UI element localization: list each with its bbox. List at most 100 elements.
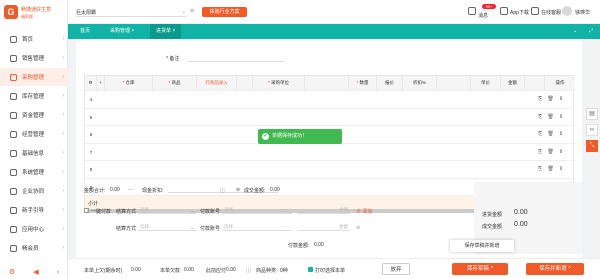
save-draft-and-new-menuitem[interactable]: 保存草稿并新增: [450, 240, 514, 252]
chevron-right-icon: ›: [62, 226, 64, 232]
brand-name: 畅捷通好生意: [21, 7, 52, 13]
store-select[interactable]: 巨太阳霸 ⌄: [76, 9, 186, 17]
row-actions[interactable]: ⎘ 🗑 ▯: [538, 131, 565, 137]
guide-icon: [10, 206, 17, 214]
settings-icon[interactable]: ⚙: [85, 76, 97, 90]
prev-debt-label: 本单上欠(期余时): [84, 268, 123, 274]
brand-sub: 福利版: [21, 14, 33, 19]
row-actions[interactable]: ⎘ 🗑 ▯: [538, 166, 565, 172]
settings-icon[interactable]: ⚙: [9, 268, 15, 276]
save-and-new-button[interactable]: 保存并新增 ^: [526, 263, 584, 275]
phone-icon[interactable]: [500, 7, 508, 15]
sidebar-item-member[interactable]: 畅会员 ›: [0, 239, 68, 257]
more-icon[interactable]: ⋯: [282, 207, 287, 213]
more-icon[interactable]: ⋯: [282, 224, 287, 230]
tab-purchase-order[interactable]: 进货单 ×: [150, 24, 182, 39]
team-icon: [10, 187, 17, 195]
print-checkbox[interactable]: [308, 267, 313, 272]
sales-icon: [10, 54, 17, 62]
remark-row: * 备注: [76, 53, 582, 63]
top-header: 巨太阳霸 ⌄ ⊙ 体验行业方案 99+ 消息 App下载 在线客服 徐瑛华: [68, 0, 600, 24]
online-service-link[interactable]: 在线客服: [541, 9, 561, 16]
chevron-right-icon: ›: [62, 245, 64, 251]
expand-icon[interactable]: ⤡: [586, 140, 598, 152]
prev-payable-value: 0.00: [226, 267, 236, 273]
member-icon: [10, 244, 17, 252]
app-download-link[interactable]: App下载: [510, 9, 529, 16]
link-icon[interactable]: ∞: [586, 124, 598, 136]
settle-method-label-2: 结算方式: [116, 226, 137, 232]
sidebar-item-chart[interactable]: 经营管理 ›: [0, 125, 68, 143]
sidebar-item-sales[interactable]: 销售管理 ›: [0, 49, 68, 67]
sidebar-item-label: 首页: [22, 37, 34, 43]
help-icon[interactable]: ⓘ: [246, 267, 251, 274]
message-icon[interactable]: [468, 7, 476, 15]
help-icon[interactable]: ⓘ: [220, 187, 225, 194]
chevron-right-icon: ›: [62, 150, 64, 156]
sidebar-item-info[interactable]: 基础信息 ›: [0, 144, 68, 162]
paid-amount-label: 付款金额:: [288, 243, 310, 249]
chevron-right-icon: ›: [62, 36, 64, 42]
remark-field[interactable]: [188, 53, 284, 62]
required-marker: *: [122, 80, 126, 85]
one-click-pay-checkbox[interactable]: [84, 208, 89, 213]
sidebar-item-apps[interactable]: 应用中心 ›: [0, 220, 68, 238]
sidebar-item-gear[interactable]: 系统管理 ›: [0, 163, 68, 181]
row-actions[interactable]: ⎘ 🗑 ▯: [538, 96, 565, 102]
settle-method-select[interactable]: 选择...: [138, 205, 196, 214]
collapse-icon[interactable]: ‹: [57, 269, 59, 276]
chevron-right-icon: ›: [62, 169, 64, 175]
footer-bar: 本单上欠(期余时) 0.00 本单欠款 0.00 此前应付 0.00 ⓘ 商品种…: [68, 258, 600, 279]
row-actions[interactable]: ⎘ 🗑 ▯: [538, 149, 565, 155]
deal-amount-value: 0.00: [270, 187, 280, 193]
table-row[interactable]: 4 ⎘ 🗑 ▯: [85, 90, 575, 108]
amount-field[interactable]: 金额: [298, 205, 350, 214]
settings-icon[interactable]: ⊙: [190, 8, 194, 14]
paid-amount-value: 0.00: [314, 242, 324, 248]
toast-text: 单据保存成功！: [272, 133, 308, 139]
table-row[interactable]: 7 ⎘ 🗑 ▯: [85, 142, 575, 161]
table-row[interactable]: 8 ⎘ 🗑 ▯: [85, 160, 575, 178]
tab-home[interactable]: 首页: [74, 24, 96, 39]
product-kinds-label: 商品种类:: [256, 268, 278, 274]
purchase-icon: [10, 73, 17, 81]
sidebar-item-guide[interactable]: 新手引导 ›: [0, 201, 68, 219]
delete-icon[interactable]: ⊖: [356, 225, 360, 231]
document-icon[interactable]: ▤: [586, 108, 598, 120]
sidebar-item-label: 资金管理: [22, 113, 45, 119]
volume-icon[interactable]: ◀: [33, 268, 38, 276]
sidebar-item-purchase[interactable]: 采购管理 ›: [0, 68, 68, 86]
row-actions[interactable]: ⎘ 🗑 ▯: [538, 114, 565, 120]
user-name[interactable]: 徐瑛华: [575, 9, 590, 16]
tab-purchase-management[interactable]: 采购管理 ×: [104, 24, 140, 39]
row-number: 6: [89, 132, 93, 137]
sidebar-item-money[interactable]: 资金管理 ›: [0, 106, 68, 124]
headset-icon[interactable]: [531, 7, 539, 15]
add-label: 添加: [362, 209, 373, 215]
check-icon: ✔: [262, 133, 269, 140]
settle-method-select-2[interactable]: 选择...: [138, 222, 196, 231]
brand-logo[interactable]: G 畅捷通好生意 福利版: [4, 3, 64, 23]
save-draft-button[interactable]: 保存草稿 ^: [452, 263, 508, 275]
add-payment-link[interactable]: ⊕ 添加: [356, 208, 372, 215]
chevron-down-icon[interactable]: ⌄: [570, 24, 580, 39]
col-actions: 操作: [545, 76, 575, 90]
message-label[interactable]: 消息: [478, 12, 488, 19]
amount-field-2[interactable]: 金额: [298, 222, 350, 231]
fullscreen-icon[interactable]: ⤢: [586, 24, 596, 39]
col-product: * 商品: [153, 76, 197, 90]
batch-entry-button[interactable]: 行商品录入: [197, 76, 237, 90]
sidebar-item-team[interactable]: 企业协同 ›: [0, 182, 68, 200]
print-after-save-label: 打印选择本单: [315, 268, 346, 274]
avatar[interactable]: [562, 6, 572, 16]
sidebar-item-warehouse[interactable]: 库存管理 ›: [0, 87, 68, 105]
abandon-button[interactable]: 放弃: [382, 263, 410, 275]
logo-icon: G: [4, 5, 18, 19]
chevron-down-icon: ⌄: [190, 225, 195, 231]
save-new-label: 保存并新增: [539, 266, 567, 272]
chevron-down-icon: ⌄: [181, 9, 186, 15]
industry-solution-button[interactable]: 体验行业方案: [202, 7, 247, 17]
table-row[interactable]: 5 ⎘ 🗑 ▯: [85, 107, 575, 126]
sidebar-item-home[interactable]: 首页 ›: [0, 30, 68, 48]
required-marker: *: [168, 80, 172, 85]
